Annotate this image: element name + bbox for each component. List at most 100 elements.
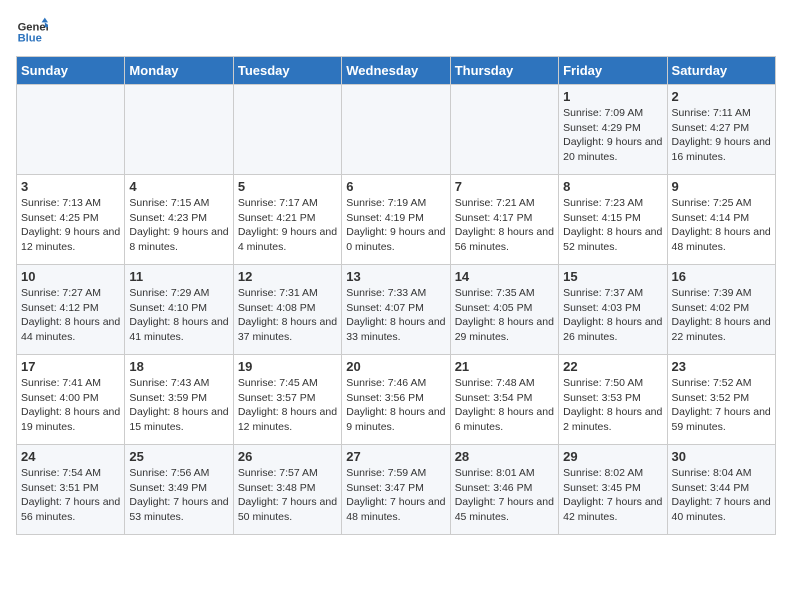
day-number: 9	[672, 179, 771, 194]
week-row-4: 17 Sunrise: 7:41 AM Sunset: 4:00 PM Dayli…	[17, 355, 776, 445]
day-info: Sunrise: 7:52 AM Sunset: 3:52 PM Dayligh…	[672, 376, 771, 435]
col-header-monday: Monday	[125, 57, 233, 85]
day-cell: 21Sunrise: 7:48 AM Sunset: 3:54 PM Dayli…	[450, 355, 558, 445]
day-number: 4	[129, 179, 228, 194]
day-cell: 15 Sunrise: 7:37 AM Sunset: 4:03 PM Dayli…	[559, 265, 667, 355]
col-header-thursday: Thursday	[450, 57, 558, 85]
day-number: 27	[346, 449, 445, 464]
day-number: 18	[129, 359, 228, 374]
day-number: 11	[129, 269, 228, 284]
day-cell: 11 Sunrise: 7:29 AM Sunset: 4:10 PM Dayli…	[125, 265, 233, 355]
day-number: 17	[21, 359, 120, 374]
day-info: Sunrise: 8:01 AM Sunset: 3:46 PM Dayligh…	[455, 466, 554, 525]
day-info: Sunrise: 7:31 AM Sunset: 4:08 PM Dayligh…	[238, 286, 337, 345]
day-cell: 12 Sunrise: 7:31 AM Sunset: 4:08 PM Dayli…	[233, 265, 341, 355]
day-info: Sunrise: 7:41 AM Sunset: 4:00 PM Dayligh…	[21, 376, 120, 435]
day-cell: 2 Sunrise: 7:11 AM Sunset: 4:27 PM Daylig…	[667, 85, 775, 175]
day-cell: 26Sunrise: 7:57 AM Sunset: 3:48 PM Dayli…	[233, 445, 341, 535]
day-info: Sunrise: 7:59 AM Sunset: 3:47 PM Dayligh…	[346, 466, 445, 525]
day-info: Sunrise: 7:37 AM Sunset: 4:03 PM Dayligh…	[563, 286, 662, 345]
day-cell: 5 Sunrise: 7:17 AM Sunset: 4:21 PM Daylig…	[233, 175, 341, 265]
day-cell: 27 Sunrise: 7:59 AM Sunset: 3:47 PM Dayli…	[342, 445, 450, 535]
day-number: 29	[563, 449, 662, 464]
day-number: 19	[238, 359, 337, 374]
day-info: Sunrise: 7:25 AM Sunset: 4:14 PM Dayligh…	[672, 196, 771, 255]
week-row-3: 10 Sunrise: 7:27 AM Sunset: 4:12 PM Dayli…	[17, 265, 776, 355]
day-info: Sunrise: 7:35 AM Sunset: 4:05 PM Dayligh…	[455, 286, 554, 345]
day-cell: 24Sunrise: 7:54 AM Sunset: 3:51 PM Dayli…	[17, 445, 125, 535]
day-cell: 20 Sunrise: 7:46 AM Sunset: 3:56 PM Dayli…	[342, 355, 450, 445]
day-number: 15	[563, 269, 662, 284]
day-info: Sunrise: 8:02 AM Sunset: 3:45 PM Dayligh…	[563, 466, 662, 525]
day-cell: 7Sunrise: 7:21 AM Sunset: 4:17 PM Daylig…	[450, 175, 558, 265]
day-number: 5	[238, 179, 337, 194]
day-cell: 8 Sunrise: 7:23 AM Sunset: 4:15 PM Daylig…	[559, 175, 667, 265]
day-info: Sunrise: 7:45 AM Sunset: 3:57 PM Dayligh…	[238, 376, 337, 435]
calendar-table: SundayMondayTuesdayWednesdayThursdayFrid…	[16, 56, 776, 535]
day-number: 23	[672, 359, 771, 374]
day-info: Sunrise: 7:46 AM Sunset: 3:56 PM Dayligh…	[346, 376, 445, 435]
day-number: 20	[346, 359, 445, 374]
logo: General Blue	[16, 16, 52, 48]
day-number: 30	[672, 449, 771, 464]
day-info: Sunrise: 7:17 AM Sunset: 4:21 PM Dayligh…	[238, 196, 337, 255]
day-number: 22	[563, 359, 662, 374]
week-row-1: 1 Sunrise: 7:09 AM Sunset: 4:29 PM Daylig…	[17, 85, 776, 175]
day-number: 24	[21, 449, 120, 464]
day-cell: 1 Sunrise: 7:09 AM Sunset: 4:29 PM Daylig…	[559, 85, 667, 175]
svg-text:Blue: Blue	[18, 33, 42, 45]
day-info: Sunrise: 7:33 AM Sunset: 4:07 PM Dayligh…	[346, 286, 445, 345]
day-info: Sunrise: 7:56 AM Sunset: 3:49 PM Dayligh…	[129, 466, 228, 525]
day-info: Sunrise: 7:50 AM Sunset: 3:53 PM Dayligh…	[563, 376, 662, 435]
day-info: Sunrise: 7:57 AM Sunset: 3:48 PM Dayligh…	[238, 466, 337, 525]
day-cell: 30Sunrise: 8:04 AM Sunset: 3:44 PM Dayli…	[667, 445, 775, 535]
day-cell: 6Sunrise: 7:19 AM Sunset: 4:19 PM Daylig…	[342, 175, 450, 265]
day-cell: 22 Sunrise: 7:50 AM Sunset: 3:53 PM Dayli…	[559, 355, 667, 445]
day-cell: 14 Sunrise: 7:35 AM Sunset: 4:05 PM Dayli…	[450, 265, 558, 355]
day-cell: 18 Sunrise: 7:43 AM Sunset: 3:59 PM Dayli…	[125, 355, 233, 445]
day-number: 7	[455, 179, 554, 194]
day-info: Sunrise: 7:39 AM Sunset: 4:02 PM Dayligh…	[672, 286, 771, 345]
day-number: 6	[346, 179, 445, 194]
day-cell	[125, 85, 233, 175]
week-row-2: 3 Sunrise: 7:13 AM Sunset: 4:25 PM Daylig…	[17, 175, 776, 265]
day-info: Sunrise: 7:43 AM Sunset: 3:59 PM Dayligh…	[129, 376, 228, 435]
day-cell: 23 Sunrise: 7:52 AM Sunset: 3:52 PM Dayli…	[667, 355, 775, 445]
header: General Blue	[16, 16, 776, 48]
day-number: 8	[563, 179, 662, 194]
day-info: Sunrise: 7:11 AM Sunset: 4:27 PM Dayligh…	[672, 106, 771, 165]
day-cell: 16 Sunrise: 7:39 AM Sunset: 4:02 PM Dayli…	[667, 265, 775, 355]
col-header-saturday: Saturday	[667, 57, 775, 85]
day-number: 10	[21, 269, 120, 284]
day-number: 21	[455, 359, 554, 374]
day-cell: 25 Sunrise: 7:56 AM Sunset: 3:49 PM Dayli…	[125, 445, 233, 535]
day-cell: 29 Sunrise: 8:02 AM Sunset: 3:45 PM Dayli…	[559, 445, 667, 535]
day-info: Sunrise: 7:27 AM Sunset: 4:12 PM Dayligh…	[21, 286, 120, 345]
day-cell: 3 Sunrise: 7:13 AM Sunset: 4:25 PM Daylig…	[17, 175, 125, 265]
day-cell: 17 Sunrise: 7:41 AM Sunset: 4:00 PM Dayli…	[17, 355, 125, 445]
day-info: Sunrise: 7:23 AM Sunset: 4:15 PM Dayligh…	[563, 196, 662, 255]
day-number: 14	[455, 269, 554, 284]
day-cell: 19 Sunrise: 7:45 AM Sunset: 3:57 PM Dayli…	[233, 355, 341, 445]
day-cell: 4 Sunrise: 7:15 AM Sunset: 4:23 PM Daylig…	[125, 175, 233, 265]
day-info: Sunrise: 7:09 AM Sunset: 4:29 PM Dayligh…	[563, 106, 662, 165]
day-number: 25	[129, 449, 228, 464]
day-info: Sunrise: 7:29 AM Sunset: 4:10 PM Dayligh…	[129, 286, 228, 345]
day-cell: 9 Sunrise: 7:25 AM Sunset: 4:14 PM Daylig…	[667, 175, 775, 265]
col-header-friday: Friday	[559, 57, 667, 85]
day-cell	[342, 85, 450, 175]
day-number: 3	[21, 179, 120, 194]
day-number: 28	[455, 449, 554, 464]
day-number: 16	[672, 269, 771, 284]
day-info: Sunrise: 7:13 AM Sunset: 4:25 PM Dayligh…	[21, 196, 120, 255]
day-number: 12	[238, 269, 337, 284]
day-number: 1	[563, 89, 662, 104]
col-header-wednesday: Wednesday	[342, 57, 450, 85]
col-header-sunday: Sunday	[17, 57, 125, 85]
day-cell	[233, 85, 341, 175]
day-number: 2	[672, 89, 771, 104]
day-info: Sunrise: 7:15 AM Sunset: 4:23 PM Dayligh…	[129, 196, 228, 255]
day-cell: 13Sunrise: 7:33 AM Sunset: 4:07 PM Dayli…	[342, 265, 450, 355]
week-row-5: 24Sunrise: 7:54 AM Sunset: 3:51 PM Dayli…	[17, 445, 776, 535]
day-cell	[17, 85, 125, 175]
